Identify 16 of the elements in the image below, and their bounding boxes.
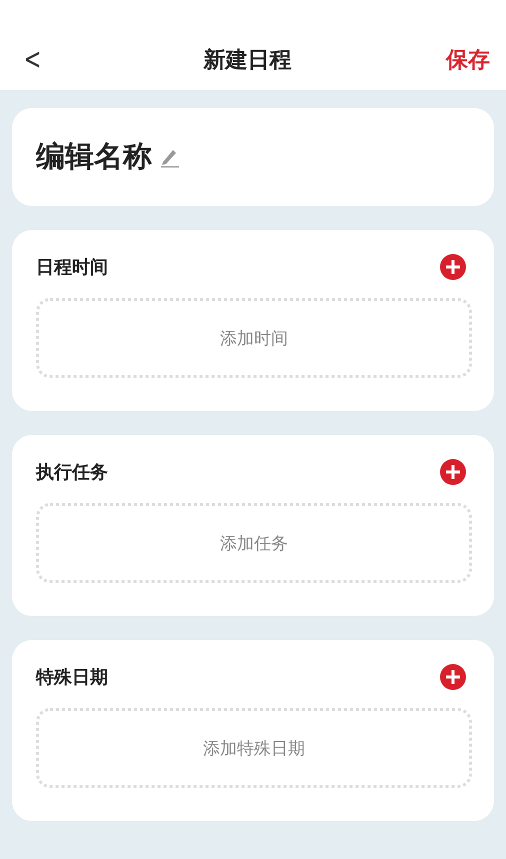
back-button[interactable]: <	[20, 45, 44, 75]
save-button[interactable]: 保存	[446, 45, 490, 75]
schedule-name[interactable]: 编辑名称	[36, 137, 152, 177]
section-title: 特殊日期	[36, 666, 108, 689]
add-placeholder-area[interactable]: 添加特殊日期	[36, 708, 472, 788]
add-placeholder-area[interactable]: 添加时间	[36, 298, 472, 378]
add-button[interactable]	[440, 459, 466, 485]
add-button[interactable]	[440, 664, 466, 690]
add-button[interactable]	[440, 254, 466, 280]
section-title: 执行任务	[36, 461, 108, 484]
add-placeholder-area[interactable]: 添加任务	[36, 503, 472, 583]
plus-icon	[440, 664, 466, 690]
page-title: 新建日程	[204, 47, 292, 75]
section-title: 日程时间	[36, 256, 108, 279]
plus-icon	[440, 254, 466, 280]
plus-icon	[440, 459, 466, 485]
